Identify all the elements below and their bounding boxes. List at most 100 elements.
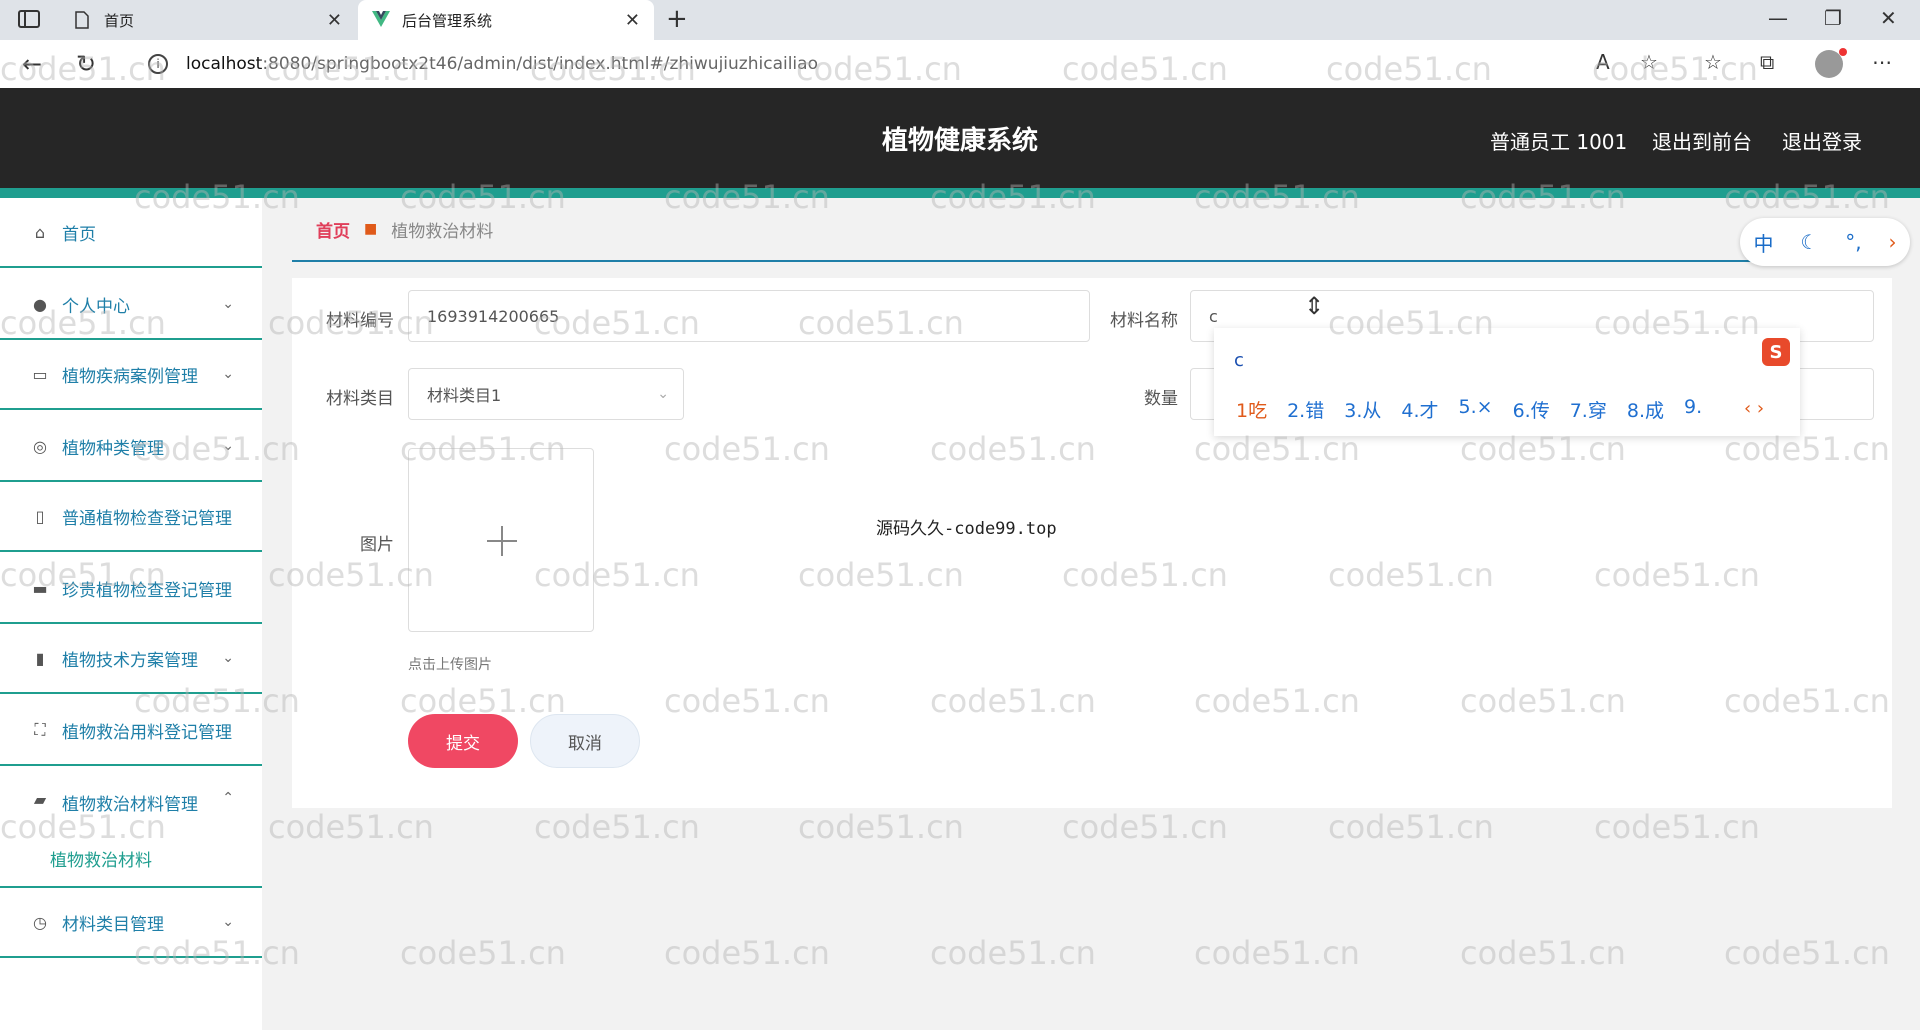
chevron-up-icon: ⌃ <box>222 790 234 806</box>
chevron-down-icon: ⌄ <box>222 366 234 382</box>
submit-button[interactable]: 提交 <box>408 714 518 768</box>
code-input[interactable]: 1693914200665 <box>408 290 1090 342</box>
watermark: code51.cn <box>1460 430 1626 468</box>
text-cursor-icon: ⇕ <box>1304 292 1325 320</box>
ime-toolbar[interactable]: 中 ☾ °, › <box>1740 218 1910 266</box>
watermark: code51.cn <box>400 682 566 720</box>
breadcrumb-home[interactable]: 首页 <box>316 217 350 242</box>
more-icon[interactable]: ⋯ <box>1872 50 1892 74</box>
ime-candidate[interactable]: 7.穿 <box>1570 396 1607 423</box>
watermark: code51.cn <box>530 50 696 88</box>
watermark: code51.cn <box>400 934 566 972</box>
collections-icon[interactable]: ⧉ <box>1760 50 1774 74</box>
ime-candidate[interactable]: 4.才 <box>1401 396 1438 423</box>
cancel-button[interactable]: 取消 <box>530 714 640 768</box>
watermark: code51.cn <box>1194 682 1360 720</box>
watermark: code51.cn <box>134 178 300 216</box>
watermark: code51.cn <box>1062 556 1228 594</box>
tab-label: 后台管理系统 <box>402 11 493 30</box>
punctuation-icon[interactable]: °, <box>1845 230 1861 254</box>
new-tab-icon[interactable]: + <box>666 4 688 34</box>
watermark: code51.cn <box>0 556 166 594</box>
chevron-down-icon: ⌄ <box>222 914 234 930</box>
chevron-right-icon[interactable]: › <box>1889 230 1897 254</box>
ime-page-nav[interactable]: ‹ › <box>1744 398 1764 419</box>
watermark: code51.cn <box>534 808 700 846</box>
upload-hint: 点击上传图片 <box>408 657 492 673</box>
watermark: code51.cn <box>1594 808 1760 846</box>
watermark: code51.cn <box>268 808 434 846</box>
watermark: code51.cn <box>664 934 830 972</box>
current-user: 普通员工 1001 <box>1490 130 1628 154</box>
close-icon[interactable]: ✕ <box>327 10 342 31</box>
ime-lang-toggle[interactable]: 中 <box>1753 228 1773 257</box>
breadcrumb-separator-icon: ■ <box>364 221 378 237</box>
logout-link[interactable]: 退出登录 <box>1782 126 1862 155</box>
watermark: code51.cn <box>1460 934 1626 972</box>
watermark: code51.cn <box>1328 556 1494 594</box>
watermark: code51.cn <box>534 556 700 594</box>
ime-candidate[interactable]: 6.传 <box>1513 396 1550 423</box>
watermark: code51.cn <box>664 430 830 468</box>
back-to-front-link[interactable]: 退出到前台 <box>1652 126 1752 155</box>
watermark: code51.cn <box>0 50 166 88</box>
watermark: code51.cn <box>1724 682 1890 720</box>
watermark: code51.cn <box>134 682 300 720</box>
quantity-label: 数量 <box>1144 389 1178 409</box>
watermark: code51.cn <box>1592 50 1758 88</box>
watermark: code51.cn <box>1328 304 1494 342</box>
url-host: localhost <box>186 54 263 74</box>
category-select[interactable]: 材料类目1 ⌄ <box>408 368 684 420</box>
sidebar-item-common-check[interactable]: ▯ 普通植物检查登记管理 <box>0 482 262 552</box>
ime-candidate[interactable]: 8.成 <box>1627 396 1664 423</box>
watermark: code51.cn <box>798 304 964 342</box>
sidebar-item-label: 首页 <box>62 224 96 245</box>
ime-candidates: 1吃 2.错 3.从 4.才 5.× 6.传 7.穿 8.成 9. <box>1236 396 1702 423</box>
restore-icon[interactable]: ❐ <box>1824 6 1842 30</box>
tab-actions-icon[interactable] <box>18 10 40 28</box>
moon-icon[interactable]: ☾ <box>1800 230 1818 254</box>
watermark: code51.cn <box>930 430 1096 468</box>
watermark: code51.cn <box>664 178 830 216</box>
name-label: 材料名称 <box>1110 311 1178 331</box>
watermark: code51.cn <box>268 556 434 594</box>
window-close-icon[interactable]: ✕ <box>1880 6 1897 30</box>
watermark: code51.cn <box>1194 430 1360 468</box>
close-icon[interactable]: ✕ <box>625 10 640 31</box>
watermark: code51.cn <box>1328 808 1494 846</box>
ime-candidate[interactable]: 5.× <box>1459 396 1493 423</box>
message-icon: ▭ <box>32 364 48 384</box>
image-upload[interactable] <box>408 448 594 632</box>
ime-candidate[interactable]: 9. <box>1684 396 1702 423</box>
sidebar-item-label: 材料类目管理 <box>62 914 164 935</box>
ime-composition: c <box>1234 350 1244 371</box>
sidebar-subitem-material[interactable]: 植物救治材料 <box>50 846 152 871</box>
watermark: code51.cn <box>0 808 166 846</box>
watermark: code51.cn <box>664 682 830 720</box>
globe-icon: ◎ <box>33 436 47 456</box>
ime-candidate[interactable]: 1吃 <box>1236 396 1267 423</box>
sidebar-item-disease-cases[interactable]: ▭ 植物疾病案例管理 ⌄ <box>0 340 262 410</box>
briefcase-icon: ▰ <box>33 790 47 809</box>
chevron-down-icon: ⌄ <box>657 386 669 402</box>
minimize-icon[interactable]: — <box>1768 6 1788 30</box>
sidebar-item-label: 植物技术方案管理 <box>62 650 198 671</box>
watermark: code51.cn <box>400 178 566 216</box>
watermark: code51.cn <box>1594 556 1760 594</box>
browser-tab-admin[interactable]: 后台管理系统 ✕ <box>358 0 654 40</box>
watermark: code51.cn <box>930 682 1096 720</box>
sidebar-item-label: 植物救治用料登记管理 <box>62 722 232 743</box>
watermark: code51.cn <box>1194 178 1360 216</box>
ime-candidate[interactable]: 2.错 <box>1287 396 1324 423</box>
browser-tab-home[interactable]: 首页 ✕ <box>60 0 356 40</box>
home-icon: ⌂ <box>34 222 46 242</box>
avatar[interactable] <box>1815 48 1847 78</box>
category-selected-value: 材料类目1 <box>427 386 502 405</box>
ime-candidate[interactable]: 3.从 <box>1344 396 1381 423</box>
bar-chart-icon: ▮ <box>35 648 45 668</box>
watermark: code51.cn <box>134 934 300 972</box>
watermark: code51.cn <box>534 304 700 342</box>
watermark: code51.cn <box>0 304 166 342</box>
watermark: code51.cn <box>798 808 964 846</box>
chevron-down-icon: ⌄ <box>222 650 234 666</box>
